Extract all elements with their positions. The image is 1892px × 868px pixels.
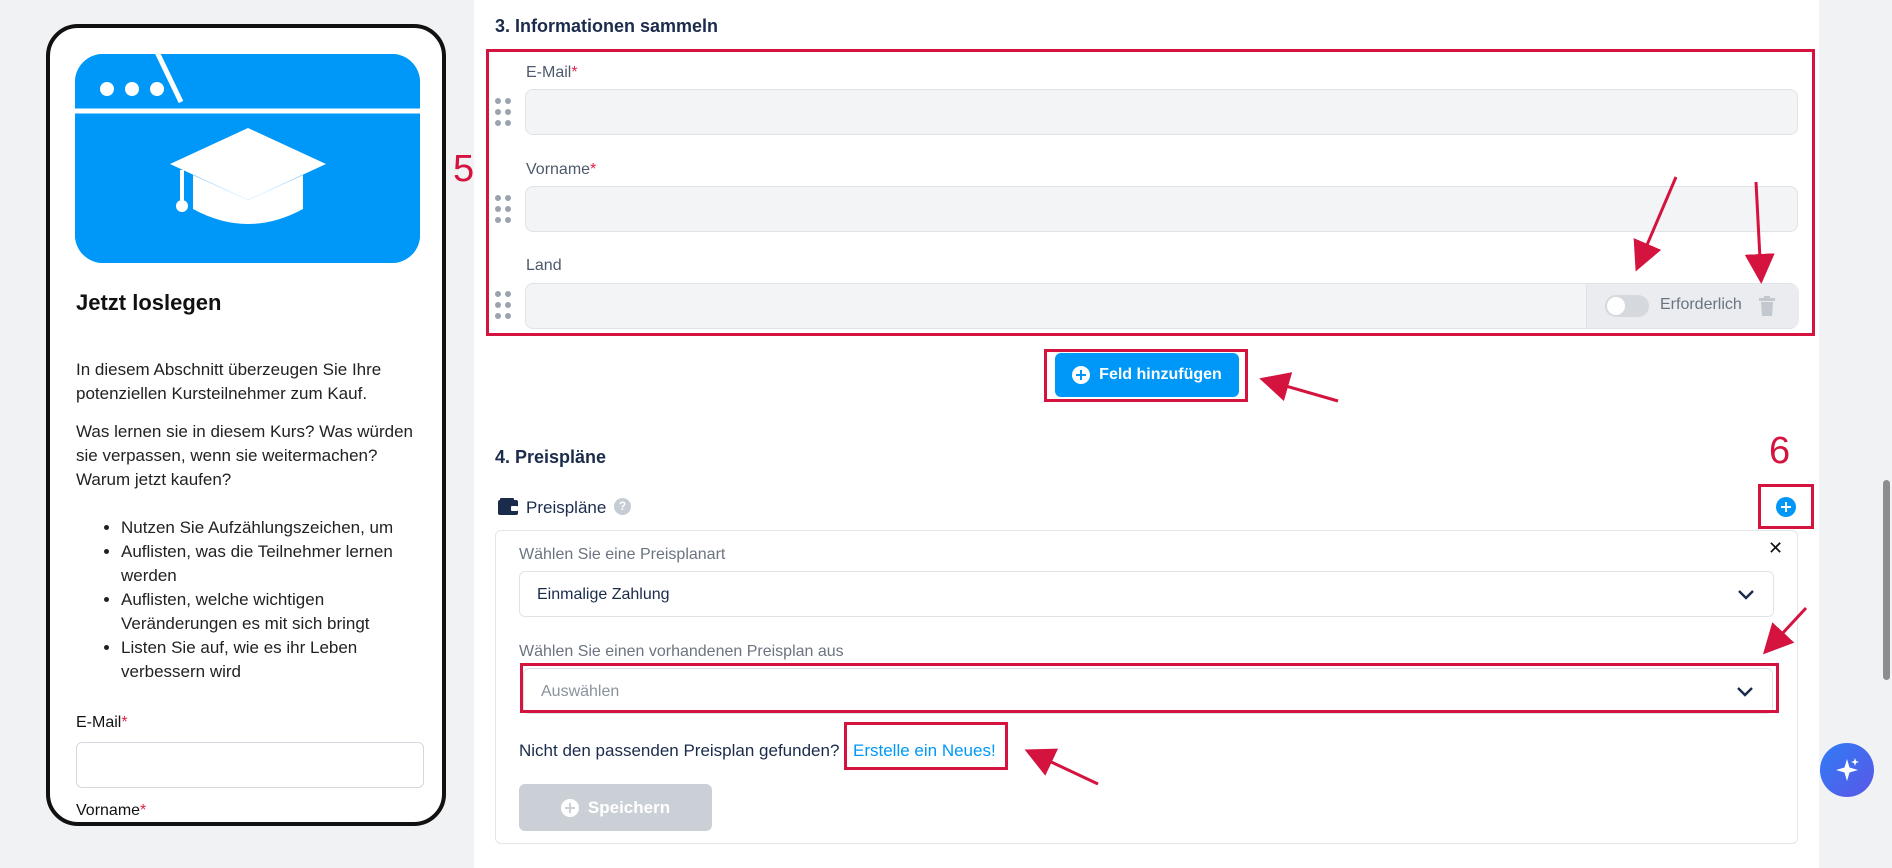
sparkle-icon [1836, 758, 1859, 781]
ai-assistant-button[interactable] [1820, 743, 1874, 797]
annotation-arrows [1024, 176, 1808, 786]
page-scrollbar[interactable] [1883, 480, 1890, 680]
